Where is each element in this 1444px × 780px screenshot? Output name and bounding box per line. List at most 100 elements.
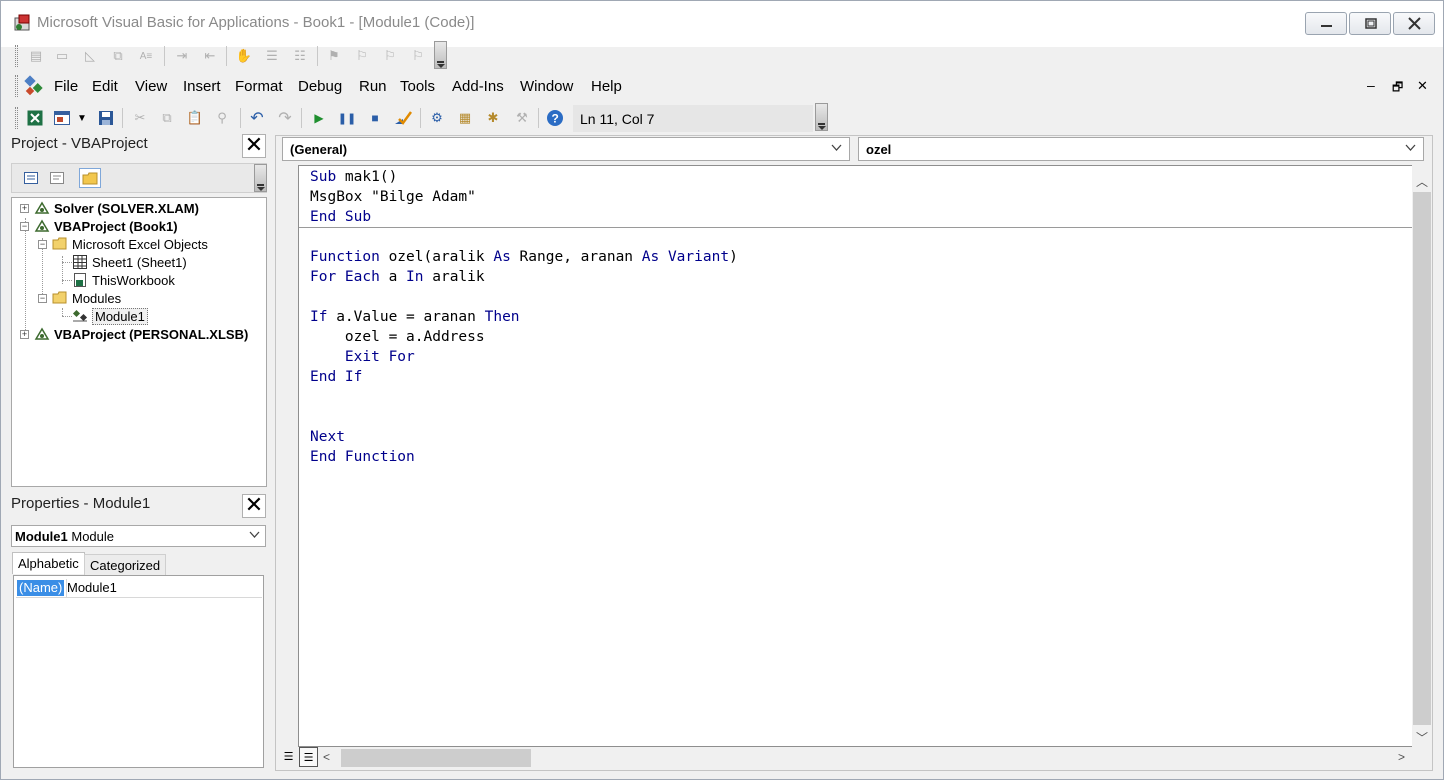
code-editor[interactable]: Sub mak1() MsgBox "Bilge Adam" End Sub Func… <box>298 165 1412 747</box>
save-icon[interactable] <box>97 109 115 127</box>
list-properties-icon[interactable]: ▤ <box>27 47 45 65</box>
tree-item-modules[interactable]: Modules <box>52 289 121 307</box>
insert-userform-icon[interactable] <box>53 109 71 127</box>
menu-debug[interactable]: Debug <box>298 78 342 95</box>
previous-bookmark-icon[interactable]: ⚐ <box>381 47 399 65</box>
outdent-icon[interactable]: ⇤ <box>201 47 219 65</box>
code-line[interactable]: Next <box>310 427 345 447</box>
menu-view[interactable]: View <box>135 78 167 95</box>
full-module-view-button[interactable]: ☰ <box>299 747 318 767</box>
vertical-scroll-thumb[interactable] <box>1413 192 1431 725</box>
code-line[interactable]: End Sub <box>310 207 371 227</box>
collapse-icon[interactable]: − <box>38 294 47 303</box>
project-toolbar-dropdown[interactable] <box>254 164 267 192</box>
object-combo[interactable]: (General) <box>282 137 850 161</box>
collapse-icon[interactable]: − <box>38 240 47 249</box>
mdi-close-icon[interactable]: ✕ <box>1417 78 1428 94</box>
toolbar-gripper[interactable] <box>15 107 18 129</box>
object-browser-icon[interactable]: ✱ <box>484 109 502 127</box>
code-line[interactable]: MsgBox "Bilge Adam" <box>310 187 476 207</box>
code-line[interactable]: Function ozel(aralik As Range, aranan As… <box>310 247 738 267</box>
menu-run[interactable]: Run <box>359 78 387 95</box>
mdi-minimize-icon[interactable]: – <box>1367 77 1375 93</box>
scroll-down-icon[interactable]: ﹀ <box>1416 729 1428 746</box>
menu-add-ins[interactable]: Add-Ins <box>452 78 504 95</box>
complete-word-icon[interactable]: A≡ <box>137 47 155 65</box>
tree-item-solver[interactable]: Solver (SOLVER.XLAM) <box>34 199 199 217</box>
menu-edit[interactable]: Edit <box>92 78 118 95</box>
menu-tools[interactable]: Tools <box>400 78 435 95</box>
toolbox-icon[interactable]: ⚒ <box>513 109 531 127</box>
minimize-button[interactable] <box>1305 12 1347 35</box>
design-mode-icon[interactable] <box>394 109 412 127</box>
properties-window-icon[interactable]: ▦ <box>456 109 474 127</box>
copy-icon[interactable]: ⧉ <box>158 109 176 127</box>
tab-categorized[interactable]: Categorized <box>84 554 167 577</box>
break-icon[interactable]: ❚❚ <box>338 109 356 127</box>
code-line[interactable]: For Each a In aralik <box>310 267 485 287</box>
view-object-icon[interactable] <box>46 168 68 188</box>
scroll-up-icon[interactable]: ︿ <box>1416 173 1428 190</box>
expand-icon[interactable]: + <box>20 330 29 339</box>
reset-icon[interactable]: ■ <box>366 109 384 127</box>
tree-item-sheet1[interactable]: Sheet1 (Sheet1) <box>72 253 187 271</box>
toolbar-options-dropdown[interactable] <box>815 103 828 131</box>
toggle-bookmark-icon[interactable]: ⚑ <box>325 47 343 65</box>
project-tree[interactable]: + Solver (SOLVER.XLAM) − VBAProject (Boo… <box>11 197 267 487</box>
toolbar-options-dropdown[interactable] <box>434 41 447 69</box>
horizontal-scroll-thumb[interactable] <box>341 749 531 767</box>
parameter-info-icon[interactable]: ⧉ <box>109 47 127 65</box>
next-bookmark-icon[interactable]: ⚐ <box>353 47 371 65</box>
property-row[interactable]: (Name) Module1 <box>16 579 262 598</box>
property-value[interactable]: Module1 <box>67 580 117 596</box>
cut-icon[interactable]: ✂ <box>131 109 149 127</box>
toggle-folders-icon[interactable] <box>79 168 101 188</box>
view-code-icon[interactable] <box>20 168 42 188</box>
restore-button[interactable] <box>1349 12 1391 35</box>
collapse-icon[interactable]: − <box>20 222 29 231</box>
code-line[interactable]: End If <box>310 367 362 387</box>
code-line[interactable]: Sub mak1() <box>310 167 397 187</box>
tab-alphabetic[interactable]: Alphabetic <box>12 552 85 574</box>
clear-bookmarks-icon[interactable]: ⚐ <box>409 47 427 65</box>
properties-pane-close-button[interactable]: ✕ <box>242 494 266 518</box>
view-excel-icon[interactable] <box>26 109 44 127</box>
tree-item-thisworkbook[interactable]: ThisWorkbook <box>72 271 175 289</box>
menu-format[interactable]: Format <box>235 78 283 95</box>
project-pane-close-button[interactable]: ✕ <box>242 134 266 158</box>
tree-item-personal[interactable]: VBAProject (PERSONAL.XLSB) <box>34 325 248 343</box>
toggle-breakpoint-icon[interactable]: ✋ <box>235 47 253 65</box>
scroll-left-icon[interactable]: < <box>323 750 330 764</box>
help-icon[interactable]: ? <box>546 109 564 127</box>
undo-icon[interactable]: ↶ <box>248 109 266 127</box>
comment-block-icon[interactable]: ☰ <box>263 47 281 65</box>
menu-help[interactable]: Help <box>591 78 622 95</box>
menu-file[interactable]: File <box>54 78 78 95</box>
expand-icon[interactable]: + <box>20 204 29 213</box>
indent-icon[interactable]: ⇥ <box>173 47 191 65</box>
uncomment-block-icon[interactable]: ☷ <box>291 47 309 65</box>
procedure-view-button[interactable]: ☰ <box>279 747 298 767</box>
insert-dropdown-icon[interactable]: ▼ <box>76 109 88 127</box>
properties-object-select[interactable]: Module1 Module <box>11 525 266 547</box>
list-constants-icon[interactable]: ▭ <box>53 47 71 65</box>
code-line[interactable]: End Function <box>310 447 415 467</box>
close-button[interactable] <box>1393 12 1435 35</box>
quick-info-icon[interactable]: ◺ <box>81 47 99 65</box>
run-icon[interactable]: ▶ <box>310 109 328 127</box>
tree-item-book1[interactable]: VBAProject (Book1) <box>34 217 178 235</box>
project-explorer-icon[interactable]: ⚙ <box>428 109 446 127</box>
module-icon[interactable] <box>23 74 47 98</box>
menu-gripper[interactable] <box>15 75 18 97</box>
menu-insert[interactable]: Insert <box>183 78 221 95</box>
code-line[interactable]: Exit For <box>310 347 415 367</box>
tree-item-excel-objects[interactable]: Microsoft Excel Objects <box>52 235 208 253</box>
mdi-restore-icon[interactable]: 🗗 <box>1392 78 1403 99</box>
code-line[interactable]: If a.Value = aranan Then <box>310 307 520 327</box>
code-line[interactable]: ozel = a.Address <box>310 327 485 347</box>
toolbar-gripper[interactable] <box>15 45 18 67</box>
tree-item-module1[interactable]: Module1 <box>72 307 148 325</box>
scroll-right-icon[interactable]: > <box>1398 750 1405 764</box>
procedure-combo[interactable]: ozel <box>858 137 1424 161</box>
menu-window[interactable]: Window <box>520 78 573 95</box>
